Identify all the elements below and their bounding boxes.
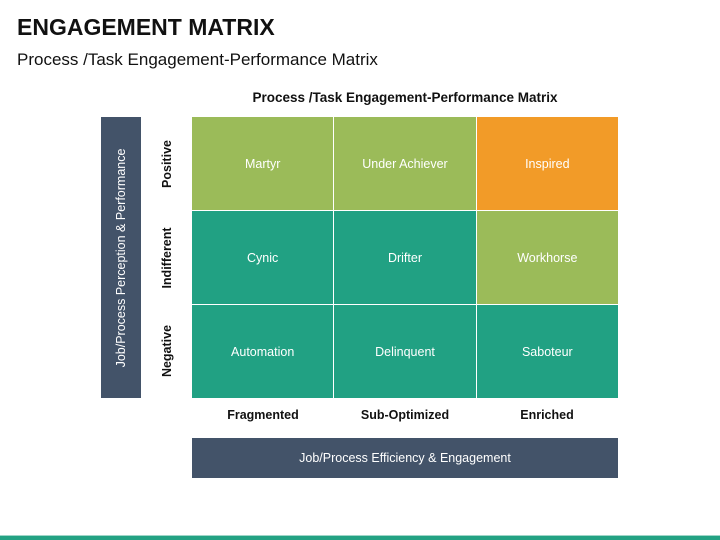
footer-accent-bar xyxy=(0,535,720,540)
matrix-cell-inspired: Inspired xyxy=(476,117,618,210)
slide-subtitle: Process /Task Engagement-Performance Mat… xyxy=(17,50,378,69)
x-axis-bar: Job/Process Efficiency & Engagement xyxy=(192,438,618,478)
column-label-sub-optimized: Sub-Optimized xyxy=(360,408,450,422)
matrix-cell-martyr: Martyr xyxy=(192,117,334,210)
matrix-cell-under-achiever: Under Achiever xyxy=(334,117,476,210)
row-label-text: Negative xyxy=(160,324,174,378)
slide-title: ENGAGEMENT MATRIX xyxy=(17,14,275,40)
y-axis-label: Job/Process Perception & Performance xyxy=(114,148,128,367)
matrix-title: Process /Task Engagement-Performance Mat… xyxy=(252,90,558,105)
row-label-positive: Positive xyxy=(147,117,187,211)
row-label-negative: Negative xyxy=(147,304,187,398)
matrix-cell-drifter: Drifter xyxy=(334,211,476,304)
column-label-fragmented: Fragmented xyxy=(227,408,299,422)
matrix-grid: Martyr Under Achiever Inspired Cynic Dri… xyxy=(192,117,618,398)
row-label-text: Positive xyxy=(160,140,174,188)
matrix-cell-automation: Automation xyxy=(192,305,334,398)
matrix-cell-delinquent: Delinquent xyxy=(334,305,476,398)
row-label-text: Indifferent xyxy=(160,227,174,289)
row-label-indifferent: Indifferent xyxy=(147,211,187,305)
matrix-cell-saboteur: Saboteur xyxy=(476,305,618,398)
x-axis-label: Job/Process Efficiency & Engagement xyxy=(299,451,511,465)
matrix-cell-workhorse: Workhorse xyxy=(476,211,618,304)
y-axis-bar: Job/Process Perception & Performance xyxy=(101,117,141,398)
column-label-enriched: Enriched xyxy=(520,408,574,422)
matrix-cell-cynic: Cynic xyxy=(192,211,334,304)
